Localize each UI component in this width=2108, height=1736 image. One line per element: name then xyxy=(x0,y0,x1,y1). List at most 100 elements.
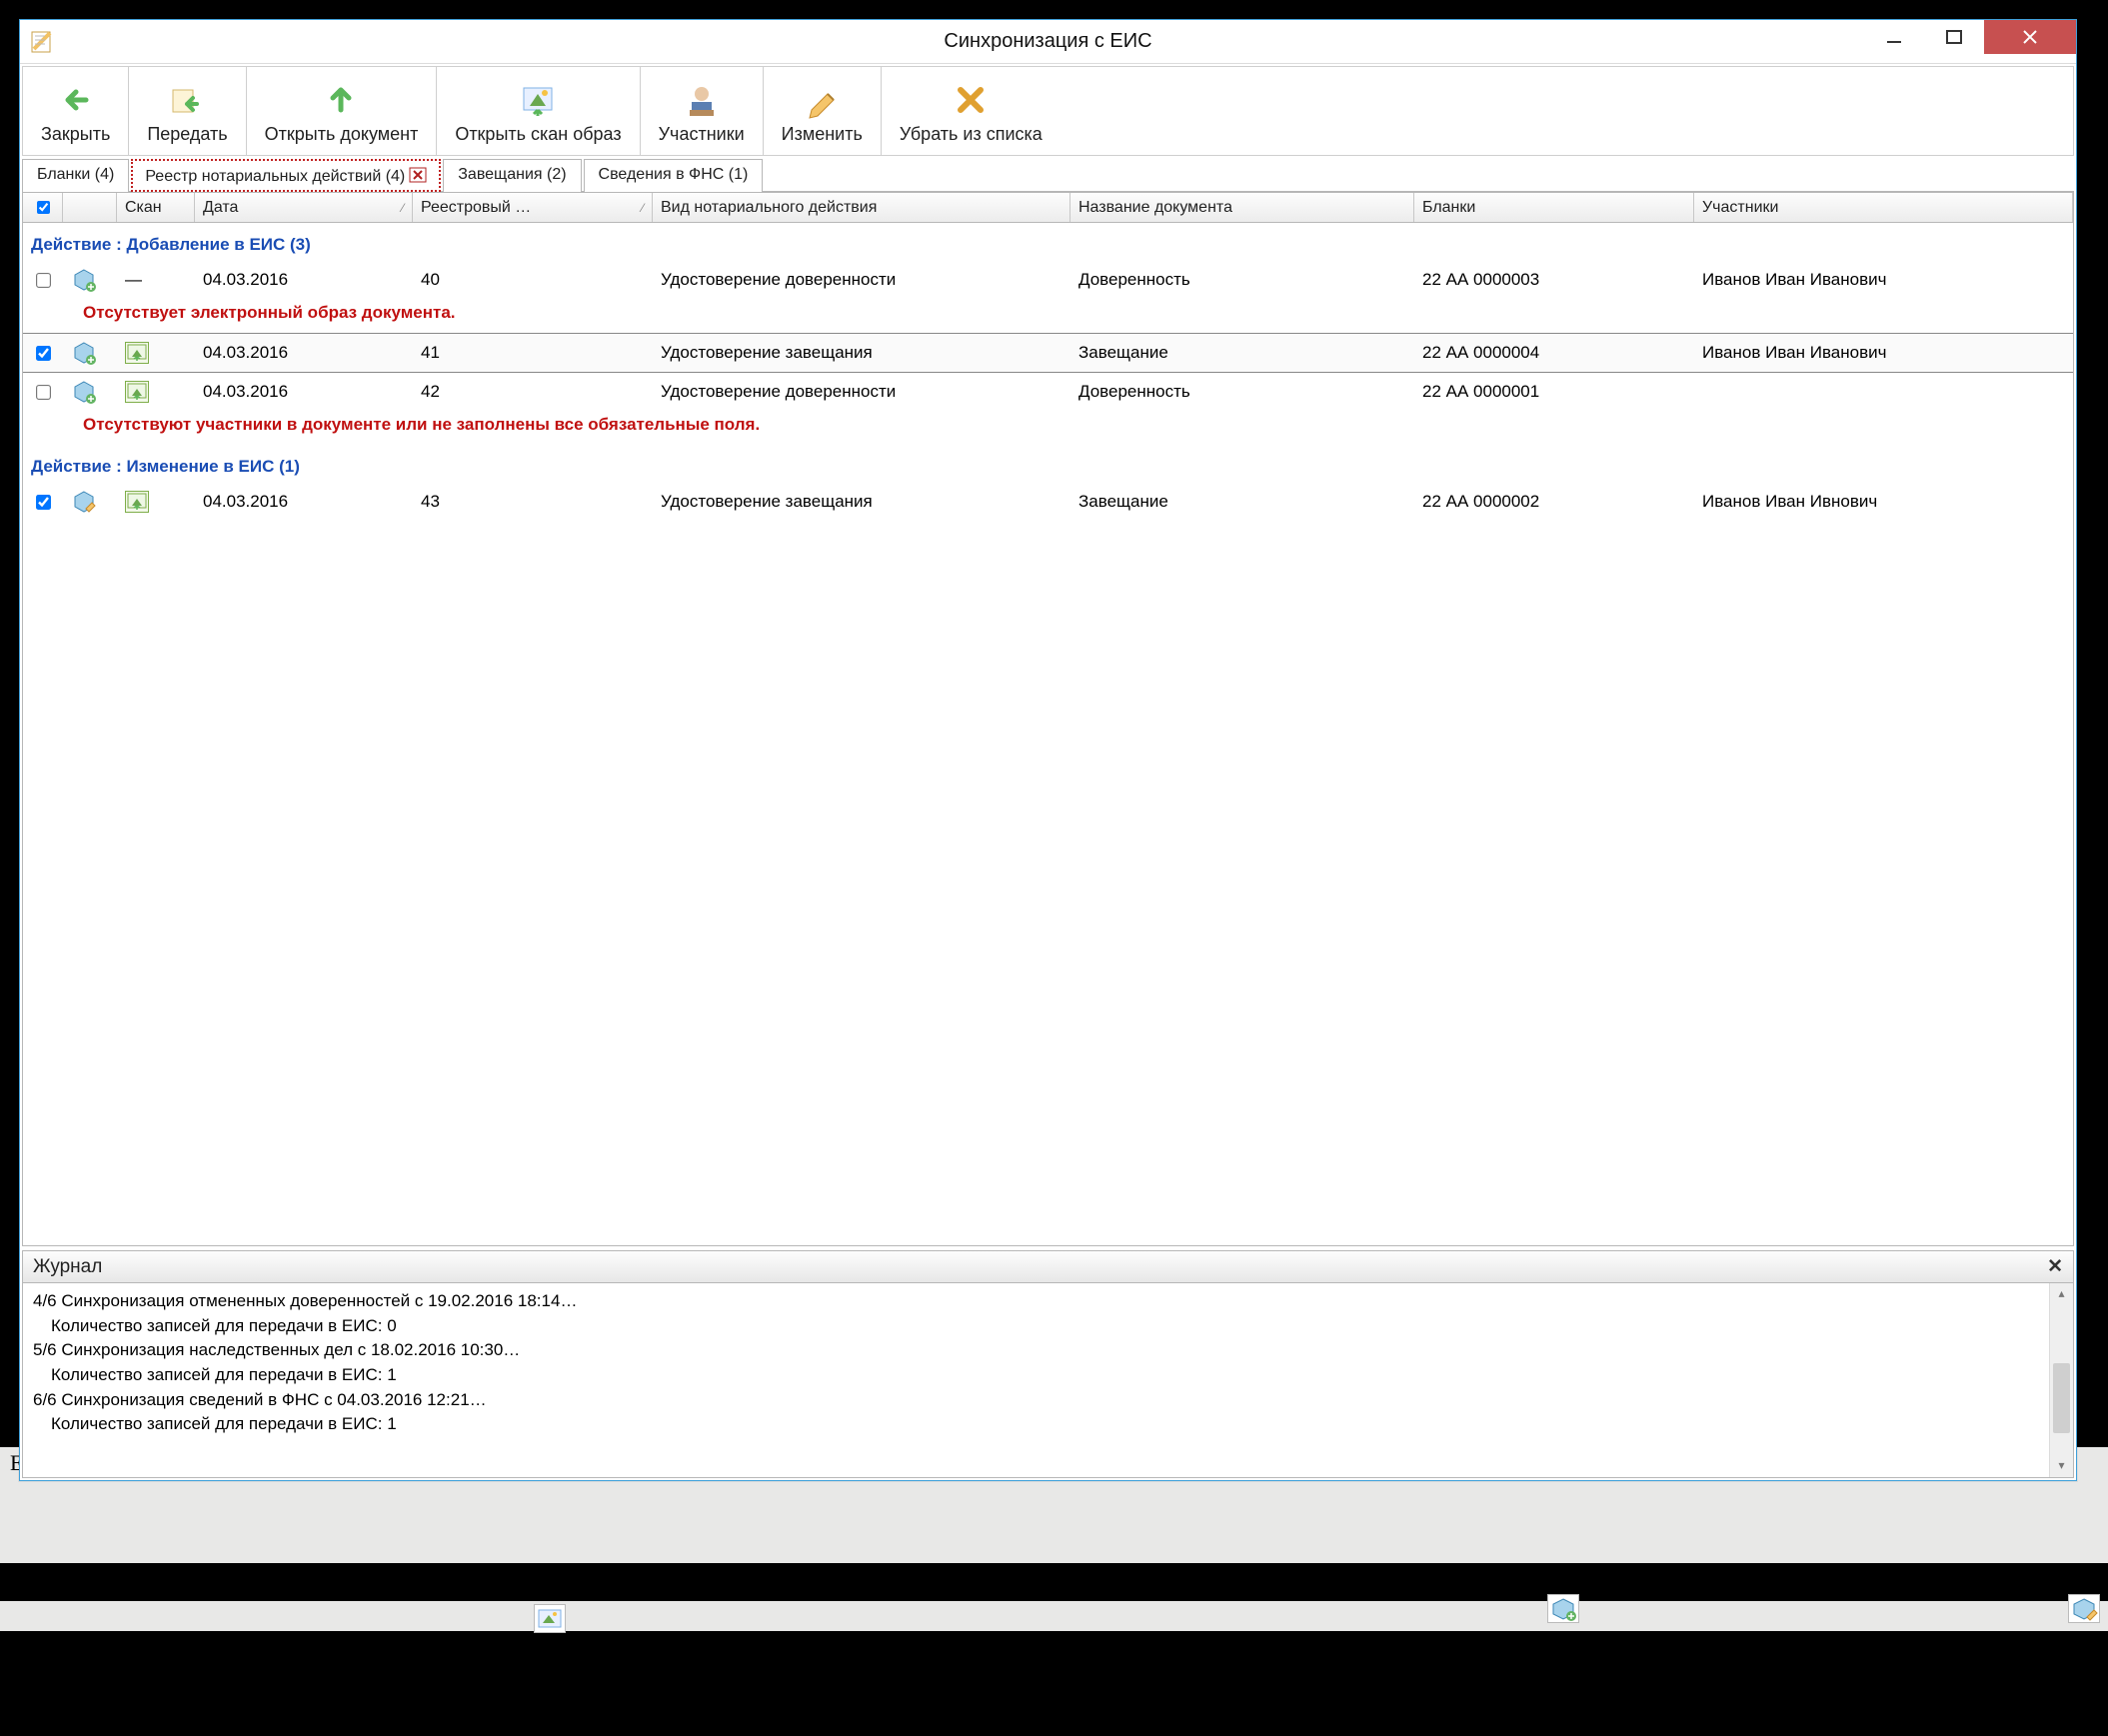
journal-header[interactable]: Журнал ✕ xyxy=(23,1251,2073,1283)
tab-strip: Бланки (4) Реестр нотариальных действий (… xyxy=(22,158,2074,192)
tab-registry[interactable]: Реестр нотариальных действий (4) xyxy=(131,159,441,192)
header-part[interactable]: Участники xyxy=(1694,193,2073,222)
grid-body[interactable]: Действие : Добавление в ЕИС (3)—04.03.20… xyxy=(23,223,2073,1245)
titlebar[interactable]: Синхронизация с ЕИС xyxy=(20,20,2076,64)
row-doc: Доверенность xyxy=(1070,261,1414,299)
open-scan-button[interactable]: Открыть скан образ xyxy=(437,67,640,155)
tool-label: Открыть скан образ xyxy=(455,124,621,145)
row-type: Удостоверение доверенности xyxy=(653,373,1070,411)
window-close-button[interactable] xyxy=(1984,20,2076,54)
row-type: Удостоверение доверенности xyxy=(653,261,1070,299)
tab-blanks[interactable]: Бланки (4) xyxy=(22,159,129,192)
row-part: Иванов Иван Иванович xyxy=(1694,261,2073,299)
row-kind-icon xyxy=(63,483,117,521)
row-doc: Завещание xyxy=(1070,483,1414,521)
sort-indicator: ⁄ xyxy=(642,201,644,215)
table-row[interactable]: 04.03.201642Удостоверение доверенностиДо… xyxy=(23,373,2073,411)
row-blank: 22 АА 0000003 xyxy=(1414,261,1694,299)
scan-image-icon xyxy=(534,1604,566,1633)
open-scan-icon xyxy=(516,78,560,122)
cube-edit-icon xyxy=(2068,1594,2100,1623)
journal-line: 4/6 Синхронизация отмененных доверенност… xyxy=(33,1289,2063,1314)
row-reg: 43 xyxy=(413,483,653,521)
row-date: 04.03.2016 xyxy=(195,334,413,372)
close-button[interactable]: Закрыть xyxy=(23,67,129,155)
send-button[interactable]: Передать xyxy=(129,67,246,155)
tab-marker-icon xyxy=(409,167,427,183)
group-header[interactable]: Действие : Добавление в ЕИС (3) xyxy=(23,223,2073,261)
grid-area: Скан Дата⁄ Реестровый …⁄ Вид нотариально… xyxy=(22,192,2074,1246)
maximize-button[interactable] xyxy=(1924,20,1984,54)
row-error-text: Отсутствует электронный образ документа. xyxy=(23,299,2073,333)
row-error-text: Отсутствуют участники в документе или не… xyxy=(23,411,2073,445)
journal-line: 6/6 Синхронизация сведений в ФНС с 04.03… xyxy=(33,1388,2063,1413)
tab-label: Бланки (4) xyxy=(37,166,114,183)
scan-present-icon xyxy=(125,381,149,403)
open-doc-icon xyxy=(319,78,363,122)
header-select-all[interactable] xyxy=(23,193,63,222)
members-icon xyxy=(680,78,724,122)
header-date[interactable]: Дата⁄ xyxy=(195,193,413,222)
header-type[interactable]: Вид нотариального действия xyxy=(653,193,1070,222)
row-reg: 42 xyxy=(413,373,653,411)
header-scan[interactable]: Скан xyxy=(117,193,195,222)
tool-label: Убрать из списка xyxy=(900,124,1043,145)
table-row[interactable]: 04.03.201643Удостоверение завещанияЗавещ… xyxy=(23,483,2073,521)
scroll-up-icon[interactable]: ▴ xyxy=(2050,1283,2073,1305)
table-row[interactable]: —04.03.201640Удостоверение доверенностиД… xyxy=(23,261,2073,299)
row-reg: 40 xyxy=(413,261,653,299)
tool-label: Передать xyxy=(147,124,227,145)
row-checkbox[interactable] xyxy=(23,261,63,299)
row-kind-icon xyxy=(63,373,117,411)
header-reg[interactable]: Реестровый …⁄ xyxy=(413,193,653,222)
scan-present-icon xyxy=(125,342,149,364)
header-doc[interactable]: Название документа xyxy=(1070,193,1414,222)
app-icon xyxy=(20,20,64,64)
tab-wills[interactable]: Завещания (2) xyxy=(443,159,581,192)
group-header[interactable]: Действие : Изменение в ЕИС (1) xyxy=(23,445,2073,483)
row-checkbox[interactable] xyxy=(23,334,63,372)
header-blank[interactable]: Бланки xyxy=(1414,193,1694,222)
journal-close-button[interactable]: ✕ xyxy=(2047,1255,2063,1278)
tool-label: Открыть документ xyxy=(265,124,419,145)
tab-fns[interactable]: Сведения в ФНС (1) xyxy=(584,159,764,192)
row-part: Иванов Иван Иванович xyxy=(1694,334,2073,372)
remove-button[interactable]: Убрать из списка xyxy=(882,67,1060,155)
row-scan xyxy=(117,334,195,372)
journal-line: Количество записей для передачи в ЕИС: 1 xyxy=(33,1363,2063,1388)
remove-icon xyxy=(949,78,993,122)
row-part xyxy=(1694,373,2073,411)
row-blank: 22 АА 0000002 xyxy=(1414,483,1694,521)
row-date: 04.03.2016 xyxy=(195,373,413,411)
row-kind-icon xyxy=(63,334,117,372)
members-button[interactable]: Участники xyxy=(641,67,764,155)
open-doc-button[interactable]: Открыть документ xyxy=(247,67,438,155)
edit-button[interactable]: Изменить xyxy=(764,67,882,155)
table-row[interactable]: 04.03.201641Удостоверение завещанияЗавещ… xyxy=(23,333,2073,373)
journal-line: Количество записей для передачи в ЕИС: 0 xyxy=(33,1314,2063,1339)
row-blank: 22 АА 0000001 xyxy=(1414,373,1694,411)
tool-label: Закрыть xyxy=(41,124,110,145)
row-checkbox[interactable] xyxy=(23,483,63,521)
minimize-button[interactable] xyxy=(1864,20,1924,54)
send-icon xyxy=(165,78,209,122)
cube-add-icon xyxy=(1547,1594,1579,1623)
scroll-down-icon[interactable]: ▾ xyxy=(2050,1455,2073,1477)
header-icon[interactable] xyxy=(63,193,117,222)
row-checkbox[interactable] xyxy=(23,373,63,411)
tab-label: Завещания (2) xyxy=(458,166,566,183)
journal-line: Количество записей для передачи в ЕИС: 1 xyxy=(33,1412,2063,1437)
journal-scrollbar[interactable]: ▴ ▾ xyxy=(2049,1283,2073,1477)
window-title: Синхронизация с ЕИС xyxy=(20,30,2076,53)
row-part: Иванов Иван Ивнович xyxy=(1694,483,2073,521)
journal-line: 5/6 Синхронизация наследственных дел с 1… xyxy=(33,1338,2063,1363)
tool-label: Участники xyxy=(659,124,745,145)
row-scan: — xyxy=(117,261,195,299)
edit-icon xyxy=(800,78,844,122)
row-date: 04.03.2016 xyxy=(195,483,413,521)
grid-header: Скан Дата⁄ Реестровый …⁄ Вид нотариально… xyxy=(23,193,2073,223)
journal-body[interactable]: 4/6 Синхронизация отмененных доверенност… xyxy=(23,1283,2073,1477)
scan-present-icon xyxy=(125,491,149,513)
tab-label: Реестр нотариальных действий (4) xyxy=(145,168,405,185)
scroll-thumb[interactable] xyxy=(2053,1363,2070,1433)
